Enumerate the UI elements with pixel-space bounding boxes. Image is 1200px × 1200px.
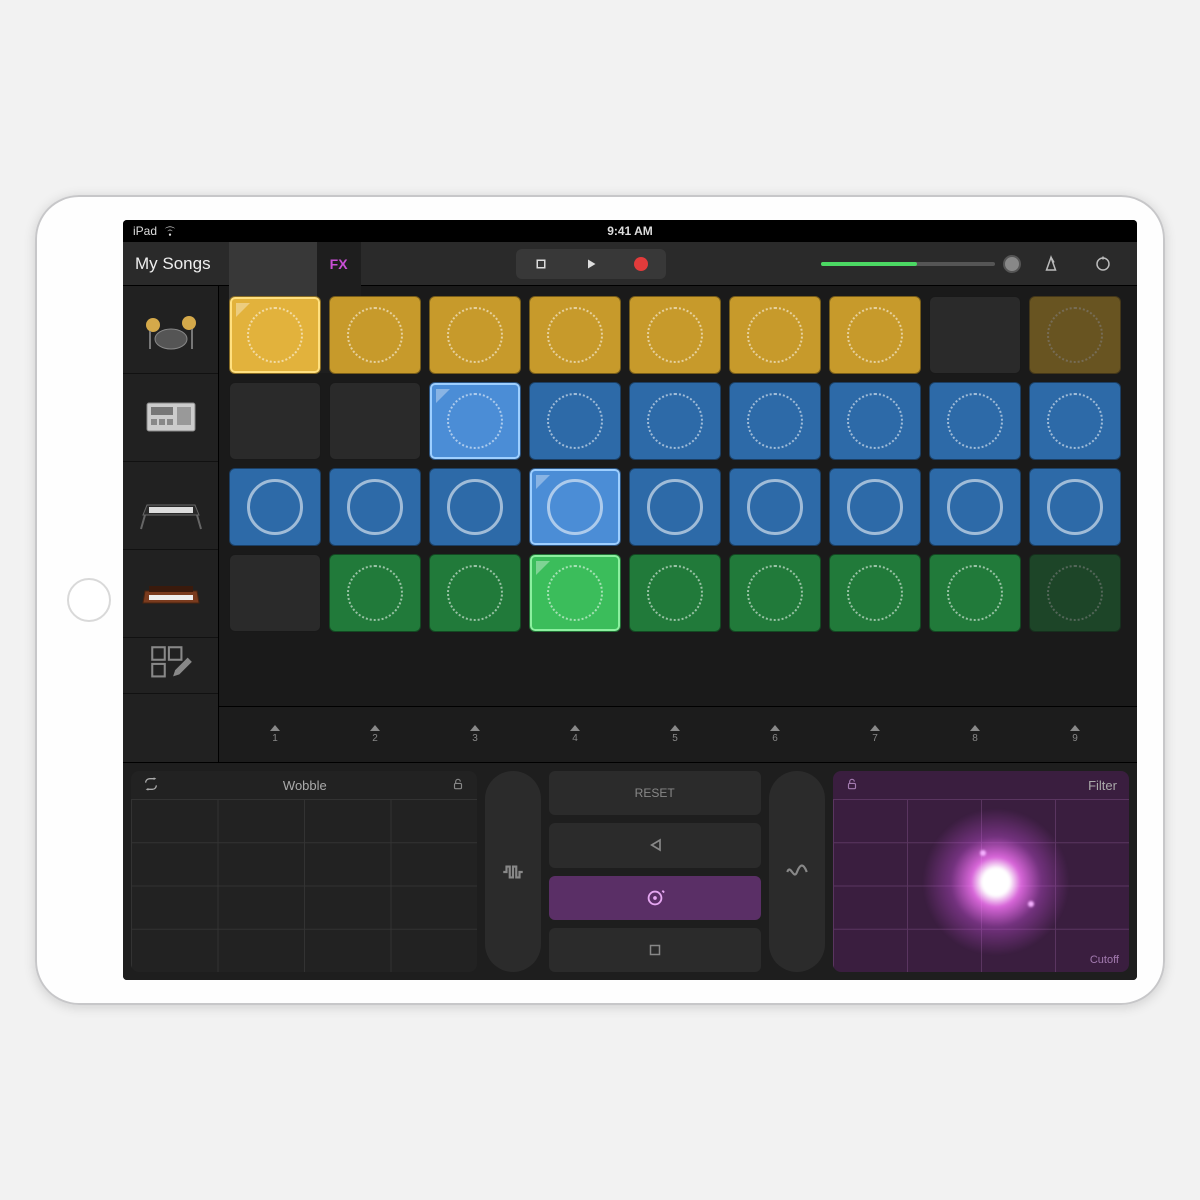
loop-cell[interactable] [429,296,521,374]
column-trigger[interactable]: 3 [429,711,521,758]
loop-cell[interactable] [529,468,621,546]
status-time: 9:41 AM [607,224,653,238]
track-synth-icon[interactable] [123,550,218,638]
fx-strip-right[interactable] [769,771,825,972]
loop-cell[interactable] [729,296,821,374]
loop-cell[interactable] [229,554,321,632]
column-trigger[interactable]: 6 [729,711,821,758]
play-button[interactable] [566,249,616,279]
loop-cell[interactable] [1029,382,1121,460]
loop-cell[interactable] [629,554,721,632]
loop-cell[interactable] [329,468,421,546]
column-trigger[interactable]: 9 [1029,711,1121,758]
track-sampler-icon[interactable] [123,374,218,462]
loop-cell[interactable] [529,382,621,460]
loop-cell[interactable] [529,296,621,374]
status-bar: iPad 9:41 AM [123,220,1137,242]
fx-right-label: Filter [1088,778,1117,793]
fx-panel: Wobble RESET [123,762,1137,980]
track-column [123,286,219,762]
loop-cell[interactable] [729,468,821,546]
loop-grid [219,286,1137,706]
fx-touch-indicator [916,802,1076,962]
fx-reset-button[interactable]: RESET [549,771,761,815]
loop-cell[interactable] [729,554,821,632]
loop-cell[interactable] [429,554,521,632]
loop-cell[interactable] [229,382,321,460]
fx-stop-button[interactable] [549,928,761,972]
loop-cell[interactable] [829,382,921,460]
wifi-icon [163,223,177,240]
track-drums-icon[interactable] [123,286,218,374]
column-trigger[interactable]: 2 [329,711,421,758]
loop-cell[interactable] [629,382,721,460]
record-button[interactable] [616,249,666,279]
loop-cell[interactable] [429,468,521,546]
lock-icon[interactable] [845,777,859,794]
fx-left-label: Wobble [283,778,327,793]
track-keyboard-icon[interactable] [123,462,218,550]
loop-cell[interactable] [1029,554,1121,632]
loop-cell[interactable] [729,382,821,460]
edit-grid-icon[interactable] [123,638,218,694]
ipad-frame: iPad 9:41 AM My Songs FX [35,195,1165,1005]
toolbar: My Songs FX [123,242,1137,286]
loop-cell[interactable] [829,554,921,632]
transport [516,249,666,279]
fx-scratch-button[interactable] [549,876,761,920]
app-screen: iPad 9:41 AM My Songs FX [123,220,1137,980]
loop-cell[interactable] [1029,468,1121,546]
loop-cell[interactable] [329,554,421,632]
fx-reverse-button[interactable] [549,823,761,867]
loop-cell[interactable] [629,296,721,374]
fx-xy-pad-right[interactable]: Filter Cutoff [833,771,1129,972]
lock-icon[interactable] [451,777,465,794]
loop-cell[interactable] [229,296,321,374]
loop-cell[interactable] [829,296,921,374]
volume-slider[interactable] [821,255,1021,273]
column-trigger[interactable]: 4 [529,711,621,758]
loop-cell[interactable] [929,382,1021,460]
loop-cell[interactable] [929,468,1021,546]
device-label: iPad [133,224,157,238]
stop-button[interactable] [516,249,566,279]
trigger-row: 123456789 [219,706,1137,762]
column-trigger[interactable]: 7 [829,711,921,758]
loop-cell[interactable] [529,554,621,632]
loop-icon [143,776,159,795]
fx-center-controls: RESET [485,771,825,972]
metronome-icon[interactable] [1029,249,1073,279]
loop-cell[interactable] [829,468,921,546]
loop-cell[interactable] [629,468,721,546]
loop-cell[interactable] [329,296,421,374]
loop-cell[interactable] [929,554,1021,632]
fx-xy-pad-left[interactable]: Wobble [131,771,477,972]
library-button[interactable]: My Songs [135,254,211,274]
loop-cell[interactable] [229,468,321,546]
loop-cell[interactable] [1029,296,1121,374]
column-trigger[interactable]: 5 [629,711,721,758]
fx-strip-left[interactable] [485,771,541,972]
column-trigger[interactable]: 1 [229,711,321,758]
fx-cutoff-label: Cutoff [1090,954,1119,966]
column-trigger[interactable]: 8 [929,711,1021,758]
main-area: 123456789 [123,286,1137,762]
home-button[interactable] [67,578,111,622]
loop-cell[interactable] [329,382,421,460]
loop-cell[interactable] [429,382,521,460]
loop-cell[interactable] [929,296,1021,374]
settings-icon[interactable] [1081,249,1125,279]
